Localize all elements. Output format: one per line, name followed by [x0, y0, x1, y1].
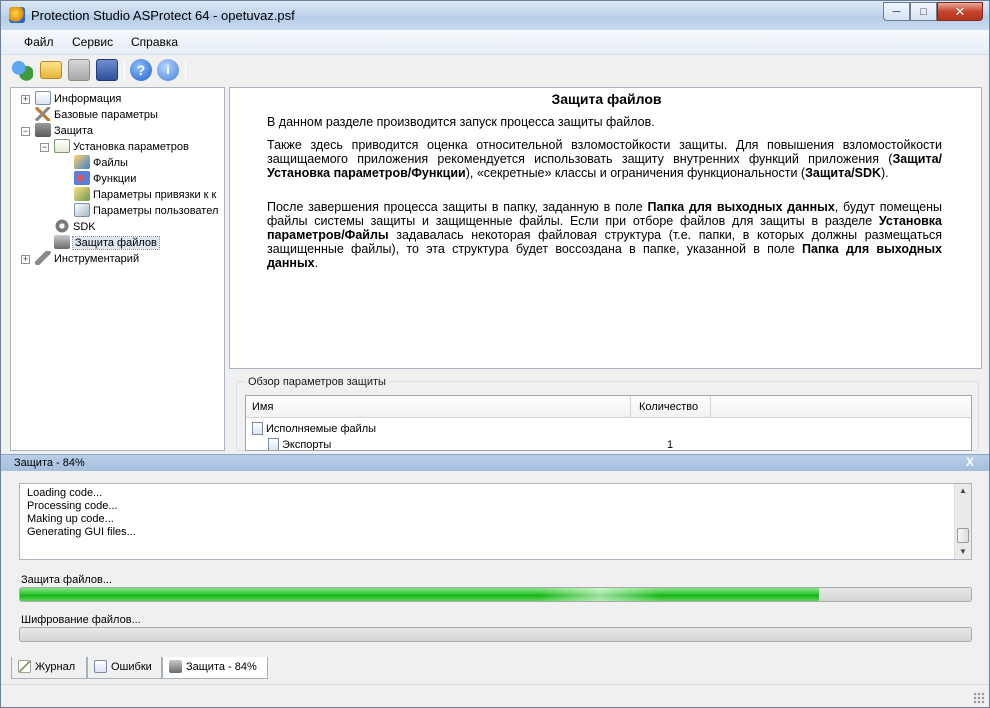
- progress-label-encrypt: Шифрование файлов...: [21, 614, 141, 626]
- tree-item-info[interactable]: Информация: [35, 91, 121, 107]
- tree-item-binding-params[interactable]: Параметры привязки к к: [74, 187, 216, 203]
- tree-item-basic-params[interactable]: Базовые параметры: [35, 107, 158, 123]
- help-content-panel: Защита файлов В данном разделе производи…: [229, 87, 982, 369]
- collapse-icon[interactable]: −: [40, 143, 49, 152]
- list-item[interactable]: Исполняемые файлы: [246, 421, 971, 437]
- list-header: Имя Количество: [246, 396, 971, 418]
- content-paragraph-3: После завершения процесса защиты в папку…: [267, 200, 942, 270]
- content-title: Защита файлов: [551, 91, 662, 107]
- collapse-icon[interactable]: −: [21, 127, 30, 136]
- sdk-gear-icon: [54, 219, 70, 233]
- expand-icon[interactable]: +: [21, 255, 30, 264]
- log-line: Processing code...: [27, 500, 118, 512]
- minimize-button[interactable]: ─: [883, 2, 910, 21]
- expand-icon[interactable]: +: [21, 95, 30, 104]
- app-icon: [9, 7, 25, 23]
- progress-panel-header: Защита - 84% X: [1, 454, 989, 471]
- tree-item-sdk[interactable]: SDK: [54, 219, 96, 235]
- overview-list[interactable]: Имя Количество Исполняемые файлы Экспорт…: [245, 395, 972, 451]
- files-icon: [74, 155, 90, 169]
- window-title: Protection Studio ASProtect 64 - opetuva…: [31, 8, 295, 23]
- column-header-count[interactable]: Количество: [639, 401, 698, 413]
- column-separator[interactable]: [630, 396, 631, 418]
- tab-protection-progress[interactable]: Защита - 84%: [162, 657, 268, 679]
- wrench-icon: [35, 251, 51, 265]
- progress-panel-title: Защита - 84%: [14, 457, 85, 469]
- tree-item-setup-params[interactable]: Установка параметров: [54, 139, 189, 155]
- list-item[interactable]: Экспорты 1: [246, 437, 971, 450]
- save-as-icon[interactable]: [96, 59, 118, 81]
- scroll-thumb[interactable]: [957, 528, 969, 543]
- info-icon: [35, 91, 51, 105]
- save-disabled-icon[interactable]: [68, 59, 90, 81]
- log-line: Making up code...: [27, 513, 114, 525]
- navigation-tree: + Информация Базовые параметры − Защита …: [10, 87, 225, 451]
- content-paragraph-2: Также здесь приводится оценка относитель…: [267, 138, 942, 180]
- menu-service[interactable]: Сервис: [72, 35, 113, 49]
- help-icon[interactable]: ?: [130, 59, 152, 81]
- tools-icon: [35, 107, 51, 121]
- progress-bar-encrypt: [19, 627, 972, 642]
- close-window-button[interactable]: ✕: [937, 2, 983, 21]
- close-panel-button[interactable]: X: [966, 455, 974, 469]
- column-header-name[interactable]: Имя: [252, 401, 273, 413]
- log-line: Generating GUI files...: [27, 526, 136, 538]
- user-params-icon: [74, 203, 90, 217]
- errors-icon: [94, 660, 107, 673]
- binding-icon: [74, 187, 90, 201]
- content-paragraph-1: В данном разделе производится запуск про…: [267, 115, 655, 129]
- protect-progress-icon: [169, 660, 182, 673]
- log-line: Loading code...: [27, 487, 103, 499]
- status-bar: [1, 684, 989, 707]
- log-output[interactable]: Loading code... Processing code... Makin…: [19, 483, 972, 560]
- tree-item-user-params[interactable]: Параметры пользовател: [74, 203, 218, 219]
- open-folder-icon[interactable]: [40, 61, 62, 79]
- menu-bar: Файл Сервис Справка: [1, 30, 989, 55]
- functions-icon: [74, 171, 90, 185]
- info-about-icon[interactable]: i: [157, 59, 179, 81]
- progress-label-protect: Защита файлов...: [21, 574, 113, 586]
- app-window: Protection Studio ASProtect 64 - opetuva…: [0, 0, 990, 708]
- tab-journal[interactable]: Журнал: [11, 657, 87, 679]
- maximize-button[interactable]: □: [910, 2, 937, 21]
- scroll-up-icon[interactable]: ▲: [955, 484, 971, 498]
- bottom-tabs: Журнал Ошибки Защита - 84%: [1, 655, 989, 681]
- file-list-icon: [252, 422, 263, 435]
- tab-errors[interactable]: Ошибки: [87, 657, 162, 679]
- tree-item-functions[interactable]: Функции: [74, 171, 136, 187]
- column-separator[interactable]: [710, 396, 711, 418]
- menu-file[interactable]: Файл: [24, 35, 54, 49]
- progress-fill-protect: [20, 588, 819, 601]
- journal-icon: [18, 660, 31, 673]
- protect-files-icon: [54, 235, 70, 249]
- window-controls: ─ □ ✕: [883, 2, 983, 21]
- toolbar: ? i: [1, 55, 989, 86]
- progress-bar-protect: [19, 587, 972, 602]
- log-scrollbar[interactable]: ▲ ▼: [954, 484, 971, 559]
- new-project-icon[interactable]: [11, 59, 33, 81]
- toolbar-separator: [124, 59, 125, 81]
- menu-help[interactable]: Справка: [131, 35, 178, 49]
- tree-item-file-protection[interactable]: Защита файлов: [54, 235, 160, 251]
- settings-icon: [54, 139, 70, 153]
- title-bar[interactable]: Protection Studio ASProtect 64 - opetuva…: [1, 1, 989, 30]
- overview-group-label: Обзор параметров защиты: [245, 376, 389, 388]
- shield-icon: [35, 123, 51, 137]
- file-list-icon: [268, 438, 279, 450]
- toolbar-separator: [185, 59, 186, 81]
- resize-grip-icon[interactable]: [973, 692, 985, 704]
- tree-item-toolkit[interactable]: Инструментарий: [35, 251, 139, 267]
- scroll-down-icon[interactable]: ▼: [955, 545, 971, 559]
- tree-item-protection[interactable]: Защита: [35, 123, 93, 139]
- tree-item-files[interactable]: Файлы: [74, 155, 128, 171]
